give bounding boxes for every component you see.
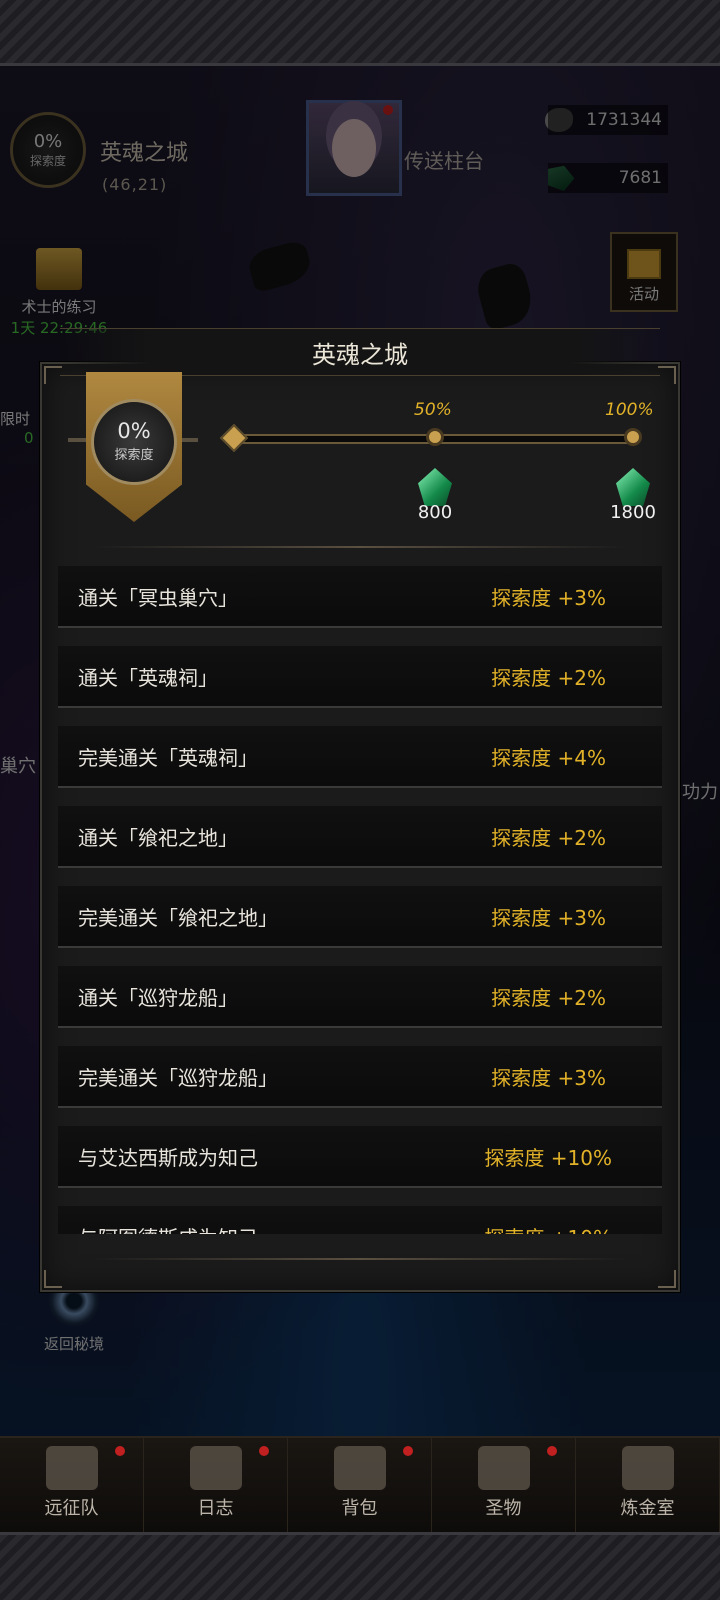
task-reward: 探索度 +10% [484,1145,612,1170]
top-frame [0,0,720,66]
viking-helmet-icon [45,1446,98,1490]
milestone-percent: 100% [605,400,654,420]
nav-label: 背包 [341,1498,378,1519]
notification-dot [259,1446,269,1456]
task-row: 通关「飨祀之地」 探索度 +2% [58,806,662,868]
task-reward: 探索度 +3% [491,1065,606,1090]
task-reward: 探索度 +10% [484,1222,612,1235]
nav-expedition[interactable]: 远征队 [0,1438,144,1532]
task-name: 通关「飨祀之地」 [78,825,238,850]
task-name: 完美通关「飨祀之地」 [78,905,278,930]
task-name: 完美通关「英魂祠」 [78,745,258,770]
task-row: 完美通关「飨祀之地」 探索度 +3% [58,886,662,948]
modal-title: 英魂之城 [60,328,660,376]
task-row: 与阿图德斯成为知己 探索度 +10% [58,1206,662,1234]
corner-ornament [658,366,676,384]
milestone-percent: 50% [414,400,452,420]
task-reward: 探索度 +2% [491,985,606,1010]
nav-label: 炼金室 [620,1498,675,1519]
backpack-icon [333,1446,386,1490]
nav-relics[interactable]: 圣物 [432,1438,576,1532]
exploration-progress-label: 探索度 [114,448,154,463]
task-row: 与艾达西斯成为知己 探索度 +10% [58,1126,662,1188]
task-row: 通关「巡狩龙船」 探索度 +2% [58,966,662,1028]
nav-journal[interactable]: 日志 [144,1438,288,1532]
nav-label: 圣物 [485,1498,522,1519]
notification-dot [547,1446,557,1456]
task-name: 与阿图德斯成为知己 [78,1222,258,1235]
notification-dot [403,1446,413,1456]
task-name: 通关「冥虫巢穴」 [78,585,238,610]
nav-backpack[interactable]: 背包 [288,1438,432,1532]
corner-ornament [658,1270,676,1288]
task-row: 通关「英魂祠」 探索度 +2% [58,646,662,708]
milestone-reward: 1800 [610,502,656,523]
task-reward: 探索度 +4% [491,745,606,770]
bottom-frame [0,1532,720,1600]
corner-ornament [44,1270,62,1288]
divider [92,546,628,548]
alchemy-icon [621,1446,674,1490]
task-reward: 探索度 +2% [491,825,606,850]
task-row: 通关「冥虫巢穴」 探索度 +3% [58,566,662,628]
milestone-node [426,428,444,446]
task-reward: 探索度 +3% [491,905,606,930]
nav-label: 远征队 [44,1498,99,1519]
nav-alchemy[interactable]: 炼金室 [576,1438,720,1532]
task-row: 完美通关「巡狩龙船」 探索度 +3% [58,1046,662,1108]
notification-dot [115,1446,125,1456]
task-name: 与艾达西斯成为知己 [78,1145,258,1170]
task-name: 通关「巡狩龙船」 [78,985,238,1010]
task-reward: 探索度 +2% [491,665,606,690]
torch-icon [477,1446,530,1490]
task-list[interactable]: 通关「冥虫巢穴」 探索度 +3% 通关「英魂祠」 探索度 +2% 完美通关「英魂… [58,566,662,1234]
exploration-progress-value: 0% [117,419,151,443]
nav-label: 日志 [197,1498,234,1519]
milestone-reward: 800 [417,502,453,523]
bottom-nav: 远征队 日志 背包 圣物 炼金室 [0,1436,720,1532]
task-name: 通关「英魂祠」 [78,665,218,690]
milestone-node [624,428,642,446]
exploration-badge: 0% 探索度 [91,399,177,485]
divider [92,1258,628,1260]
task-row: 完美通关「英魂祠」 探索度 +4% [58,726,662,788]
scroll-icon [189,1446,242,1490]
task-name: 完美通关「巡狩龙船」 [78,1065,278,1090]
task-reward: 探索度 +3% [491,585,606,610]
